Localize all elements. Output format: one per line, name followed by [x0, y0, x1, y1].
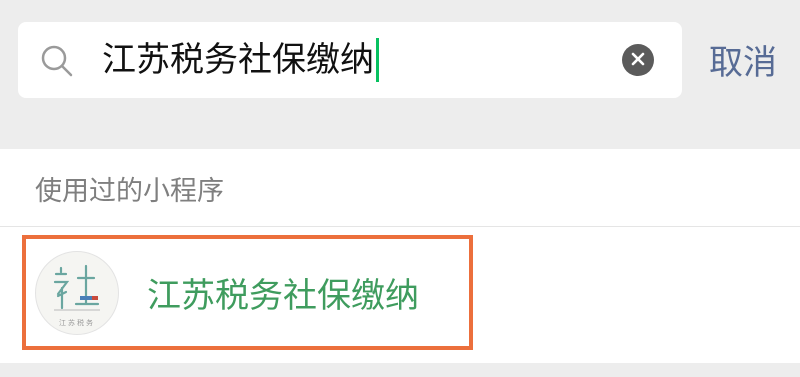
divider — [0, 226, 800, 227]
mini-program-result-item[interactable]: 江苏税务 江苏税务社保缴纳 — [22, 235, 473, 350]
mini-program-avatar: 江苏税务 — [35, 250, 119, 335]
results-panel: 使用过的小程序 江苏税务 江苏税务社保缴纳 — [0, 149, 800, 363]
cancel-button[interactable]: 取消 — [709, 38, 777, 88]
search-bar[interactable]: 江苏税务社保缴纳 — [18, 22, 682, 98]
text-caret — [376, 38, 379, 82]
clear-search-button[interactable] — [622, 44, 654, 76]
search-query-text: 江苏税务社保缴纳 — [102, 40, 374, 80]
bottom-spacer — [0, 363, 800, 377]
result-title: 江苏税务社保缴纳 — [147, 276, 419, 316]
search-icon — [40, 44, 74, 78]
section-header: 使用过的小程序 — [35, 176, 224, 207]
search-input[interactable]: 江苏税务社保缴纳 — [102, 32, 602, 88]
logo-caption: 江苏税务 — [59, 318, 95, 327]
clear-icon — [631, 51, 645, 70]
